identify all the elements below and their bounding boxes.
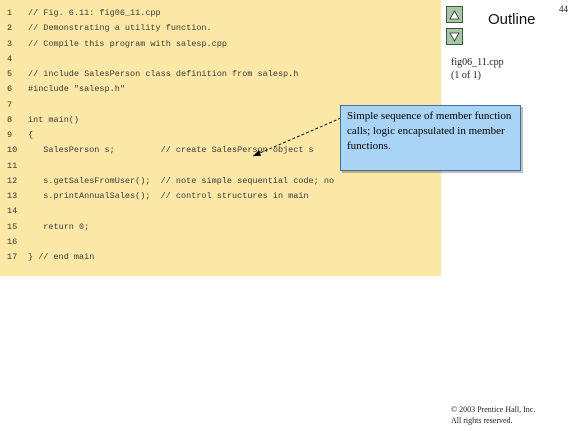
line-number: 8 [7, 114, 13, 125]
copyright-line-1: © 2003 Prentice Hall, Inc. [451, 405, 536, 414]
callout-note: Simple sequence of member function calls… [340, 105, 521, 171]
outline-up-button[interactable] [446, 6, 463, 23]
code-line: 2 // Demonstrating a utility function. [0, 21, 441, 35]
code-text: SalesPerson s; // create SalesPerson obj… [28, 145, 314, 156]
line-number: 9 [7, 130, 13, 140]
code-line: 6 #include "salesp.h" [0, 82, 441, 96]
line-number: 7 [7, 99, 13, 110]
code-text: int main() [28, 114, 80, 125]
copyright-notice: © 2003 Prentice Hall, Inc. All rights re… [451, 404, 535, 426]
slide-number: 44 [559, 4, 568, 14]
code-text: } // end main [28, 252, 95, 262]
code-text: #include "salesp.h" [28, 84, 125, 95]
line-number: 10 [7, 145, 18, 156]
code-line: 3 // Compile this program with salesp.cpp [0, 37, 441, 51]
line-number: 12 [7, 175, 18, 186]
outline-title: Outline [488, 11, 536, 28]
code-text: { [28, 130, 34, 140]
code-line: 14 [0, 204, 441, 218]
code-text: // Fig. 6.11: fig06_11.cpp [28, 8, 161, 18]
copyright-line-2: All rights reserved. [451, 416, 513, 425]
outline-down-button[interactable] [446, 28, 463, 45]
figure-page-indicator: (1 of 1) [451, 70, 481, 81]
line-number: 4 [7, 53, 13, 64]
line-number: 17 [7, 252, 18, 262]
code-line: 4 [0, 52, 441, 66]
code-text: s.getSalesFromUser(); // note simple seq… [28, 175, 335, 186]
line-number: 13 [7, 191, 18, 201]
code-line: 17 } // end main [0, 250, 441, 264]
code-line: 1 // Fig. 6.11: fig06_11.cpp [0, 6, 441, 20]
triangle-up-icon [449, 9, 460, 19]
line-number: 1 [7, 8, 13, 18]
triangle-down-icon [449, 32, 460, 42]
code-text: // Demonstrating a utility function. [28, 23, 212, 34]
line-number: 14 [7, 206, 18, 217]
figure-caption: fig06_11.cpp (1 of 1) [451, 56, 504, 82]
line-number: 5 [7, 69, 13, 79]
line-number: 11 [7, 160, 18, 171]
code-line: 13 s.printAnnualSales(); // control stru… [0, 189, 441, 203]
code-line: 15 return 0; [0, 220, 441, 234]
line-number: 15 [7, 221, 18, 232]
code-line: 16 [0, 235, 441, 249]
code-text: // Compile this program with salesp.cpp [28, 38, 227, 49]
figure-file-name: fig06_11.cpp [451, 57, 504, 68]
line-number: 16 [7, 236, 18, 247]
code-text: // include SalesPerson class definition … [28, 69, 299, 79]
line-number: 2 [7, 23, 13, 34]
line-number: 6 [7, 84, 13, 95]
code-line: 12 s.getSalesFromUser(); // note simple … [0, 174, 441, 188]
code-text: s.printAnnualSales(); // control structu… [28, 191, 309, 201]
code-text: return 0; [28, 221, 90, 232]
code-line: 5 // include SalesPerson class definition… [0, 67, 441, 81]
line-number: 3 [7, 38, 13, 49]
